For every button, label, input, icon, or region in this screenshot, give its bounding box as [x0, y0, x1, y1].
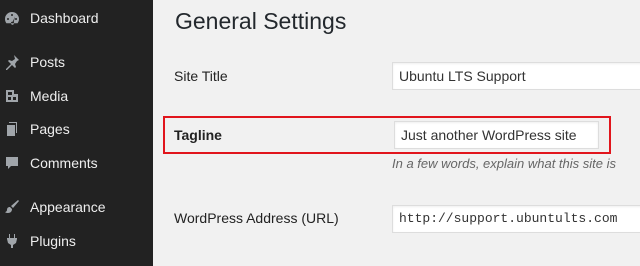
sidebar-item-appearance[interactable]: Appearance — [0, 192, 153, 222]
page-title: General Settings — [175, 8, 347, 34]
paintbrush-icon — [3, 198, 21, 216]
comment-icon — [3, 154, 21, 172]
tagline-input[interactable]: Just another WordPress site — [394, 121, 599, 149]
sidebar-item-media[interactable]: Media — [0, 81, 153, 111]
wordpress-address-input[interactable]: http://support.ubuntults.com — [392, 205, 640, 233]
media-icon — [3, 87, 21, 105]
sidebar-item-label: Media — [30, 88, 69, 104]
sidebar-item-pages[interactable]: Pages — [0, 114, 153, 144]
tagline-description: In a few words, explain what this site i… — [392, 156, 616, 171]
sidebar-item-label: Dashboard — [30, 10, 99, 26]
dashboard-icon — [3, 9, 21, 27]
sidebar-item-label: Pages — [30, 121, 70, 137]
sidebar-item-plugins[interactable]: Plugins — [0, 226, 153, 256]
sidebar-item-dashboard[interactable]: Dashboard — [0, 3, 153, 33]
plugin-icon — [3, 232, 21, 250]
sidebar-item-label: Plugins — [30, 233, 76, 249]
site-title-input[interactable]: Ubuntu LTS Support — [392, 62, 640, 90]
settings-panel: General Settings Site Title Ubuntu LTS S… — [153, 0, 640, 266]
sidebar-item-label: Posts — [30, 54, 66, 70]
admin-sidebar: Dashboard Posts Media Pages Comments App… — [0, 0, 153, 266]
sidebar-item-label: Comments — [30, 155, 98, 171]
pin-icon — [3, 53, 21, 71]
sidebar-item-comments[interactable]: Comments — [0, 148, 153, 178]
wordpress-address-label: WordPress Address (URL) — [174, 210, 339, 226]
pages-icon — [3, 120, 21, 138]
site-title-label: Site Title — [174, 68, 228, 84]
sidebar-item-label: Appearance — [30, 199, 106, 215]
tagline-label: Tagline — [174, 127, 222, 143]
sidebar-item-posts[interactable]: Posts — [0, 47, 153, 77]
